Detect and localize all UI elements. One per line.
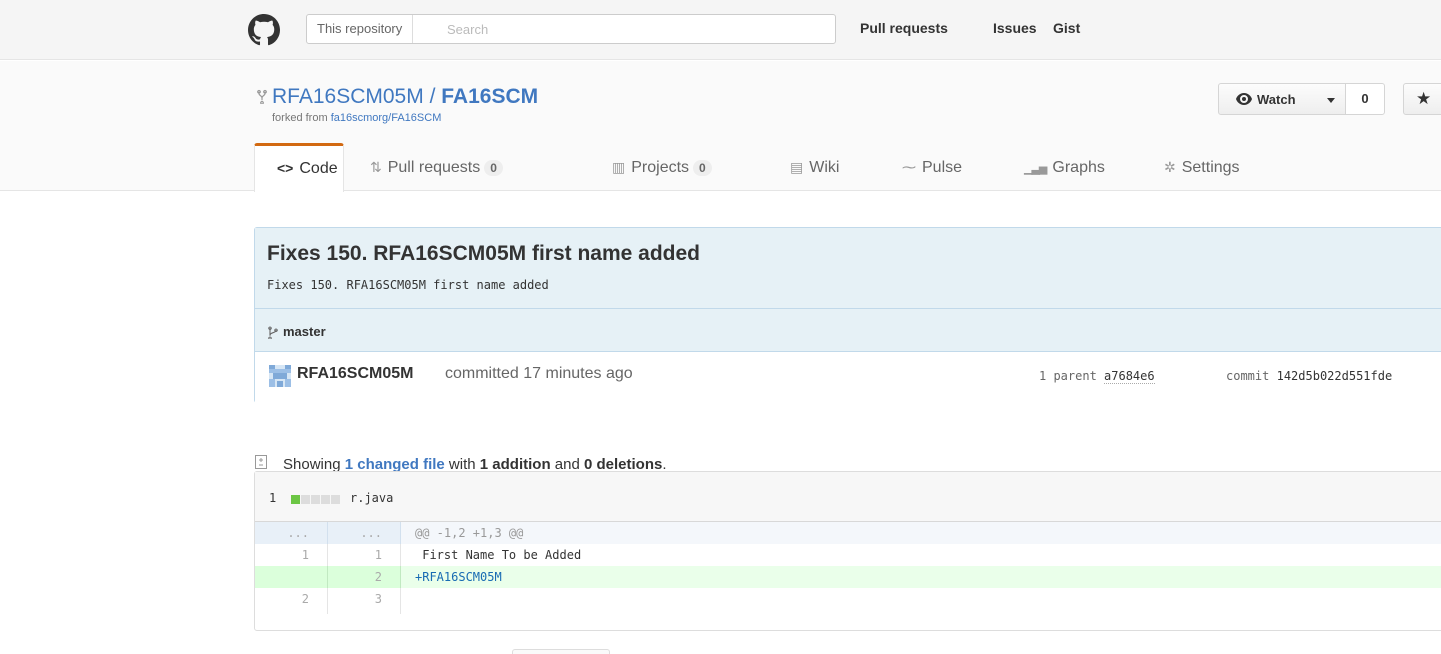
repo-header: RFA16SCM05M / FA16SCM forked from fa16sc… [0, 61, 1441, 192]
graph-icon: ▁▃▅ [1024, 163, 1047, 175]
file-header: 1 r.java [255, 472, 1441, 522]
new-line-number[interactable]: 1 [328, 544, 401, 566]
diffstat-block [301, 495, 310, 504]
code-icon: <> [277, 160, 294, 176]
diff-code: First Name To be Added [415, 548, 582, 562]
search-box: This repository [306, 14, 836, 44]
tab-label: Pull requests [387, 159, 481, 176]
comment-toggle-button[interactable] [512, 649, 610, 654]
nav-issues[interactable]: Issues [993, 20, 1037, 36]
forked-from-text: forked from fa16scmorg/FA16SCM [272, 112, 441, 124]
caret-down-icon [1327, 98, 1335, 103]
repo-title: RFA16SCM05M / FA16SCM [272, 85, 538, 109]
star-icon: ★ [1416, 89, 1432, 108]
diff-addition-row: 2 +RFA16SCM05M [255, 566, 1441, 588]
tab-projects[interactable]: ▥ Projects 0 [612, 143, 712, 191]
site-header: This repository Pull requests Issues Gis… [0, 0, 1441, 60]
old-line-number[interactable]: ... [255, 522, 328, 544]
tab-settings[interactable]: ✲ Settings [1164, 143, 1240, 191]
search-input[interactable] [447, 15, 827, 43]
github-logo-icon[interactable] [248, 14, 280, 46]
tab-code[interactable]: <> Code [254, 143, 344, 192]
diff-context-row: 2 3 [255, 588, 1441, 614]
new-line-number[interactable]: ... [328, 522, 401, 544]
tab-pulse[interactable]: ⁓ Pulse [902, 143, 962, 191]
commit-time: committed 17 minutes ago [445, 365, 633, 382]
commit-header: Fixes 150. RFA16SCM05M first name added … [255, 228, 1441, 352]
branch-row: master [255, 308, 1441, 352]
commit-sha-value: 142d5b022d551fde [1276, 369, 1393, 383]
commit-author-link[interactable]: RFA16SCM05M [297, 365, 413, 383]
watch-button[interactable]: Watch [1218, 83, 1346, 115]
book-icon: ▤ [790, 159, 804, 175]
file-diff: 1 r.java ... ... @@ -1,2 +1,3 @@ 1 1 Fir… [254, 471, 1441, 631]
diff-hunk-row: ... ... @@ -1,2 +1,3 @@ [255, 522, 1441, 544]
nav-pull-requests[interactable]: Pull requests [860, 20, 948, 36]
diff-code [401, 588, 415, 614]
diff-context-row: 1 1 First Name To be Added [255, 544, 1441, 566]
tab-label: Settings [1181, 159, 1240, 176]
parent-label: 1 parent [1039, 369, 1097, 383]
watch-label: Watch [1257, 92, 1296, 107]
commit-title: Fixes 150. RFA16SCM05M first name added [267, 242, 700, 265]
tab-label: Pulse [922, 159, 963, 176]
commit-box: Fixes 150. RFA16SCM05M first name added … [254, 227, 1441, 403]
eye-icon [1236, 93, 1252, 105]
pulse-icon: ⁓ [902, 159, 916, 175]
commit-sha: commit 142d5b022d551fde [1226, 369, 1392, 383]
diffstat-block [321, 495, 330, 504]
tab-label: Graphs [1052, 159, 1105, 176]
star-button[interactable]: ★ [1403, 83, 1441, 115]
diffstat [291, 493, 341, 507]
search-scope-label: This repository [307, 15, 414, 43]
file-change-count: 1 [269, 491, 277, 505]
git-branch-icon [268, 326, 278, 339]
gear-icon: ✲ [1164, 159, 1176, 175]
new-line-number[interactable]: 2 [328, 566, 401, 588]
old-line-number[interactable]: 1 [255, 544, 328, 566]
diffstat-block [331, 495, 340, 504]
tab-label: Wiki [809, 159, 840, 176]
old-line-number[interactable]: 2 [255, 588, 328, 614]
commit-parent: 1 parent a7684e6 [1039, 369, 1155, 384]
old-line-number[interactable] [255, 566, 328, 588]
new-line-number[interactable]: 3 [328, 588, 401, 614]
git-pull-request-icon: ⇅ [370, 159, 382, 175]
tab-pull-requests[interactable]: ⇅ Pull requests 0 [370, 143, 503, 191]
tab-label: Projects [631, 159, 690, 176]
commit-meta: RFA16SCM05M committed 17 minutes ago 1 p… [255, 352, 1441, 403]
branch-link[interactable]: master [283, 324, 326, 339]
tab-wiki[interactable]: ▤ Wiki [790, 143, 839, 191]
nav-gist[interactable]: Gist [1053, 20, 1080, 36]
repo-separator: / [429, 85, 436, 108]
forked-from-link[interactable]: fa16scmorg/FA16SCM [331, 112, 442, 124]
commit-label: commit [1226, 369, 1270, 383]
forked-prefix: forked from [272, 112, 328, 124]
diff-code: +RFA16SCM05M [415, 570, 502, 584]
commit-description: Fixes 150. RFA16SCM05M first name added [267, 278, 549, 292]
pr-counter: 0 [484, 160, 503, 176]
diff-code: @@ -1,2 +1,3 @@ [415, 526, 524, 540]
repo-forked-icon [257, 89, 267, 104]
repo-owner-link[interactable]: RFA16SCM05M [272, 85, 424, 108]
repo-name-link[interactable]: FA16SCM [441, 85, 538, 108]
tab-graphs[interactable]: ▁▃▅ Graphs [1024, 143, 1105, 191]
project-icon: ▥ [612, 159, 626, 175]
parent-sha-link[interactable]: a7684e6 [1104, 369, 1155, 384]
file-name-link[interactable]: r.java [350, 491, 393, 505]
diff-icon [255, 455, 267, 469]
diffstat-block [311, 495, 320, 504]
diffstat-block-added [291, 495, 300, 504]
watch-count[interactable]: 0 [1345, 83, 1385, 115]
projects-counter: 0 [693, 160, 712, 176]
avatar[interactable] [269, 365, 291, 387]
tab-label: Code [299, 160, 338, 177]
